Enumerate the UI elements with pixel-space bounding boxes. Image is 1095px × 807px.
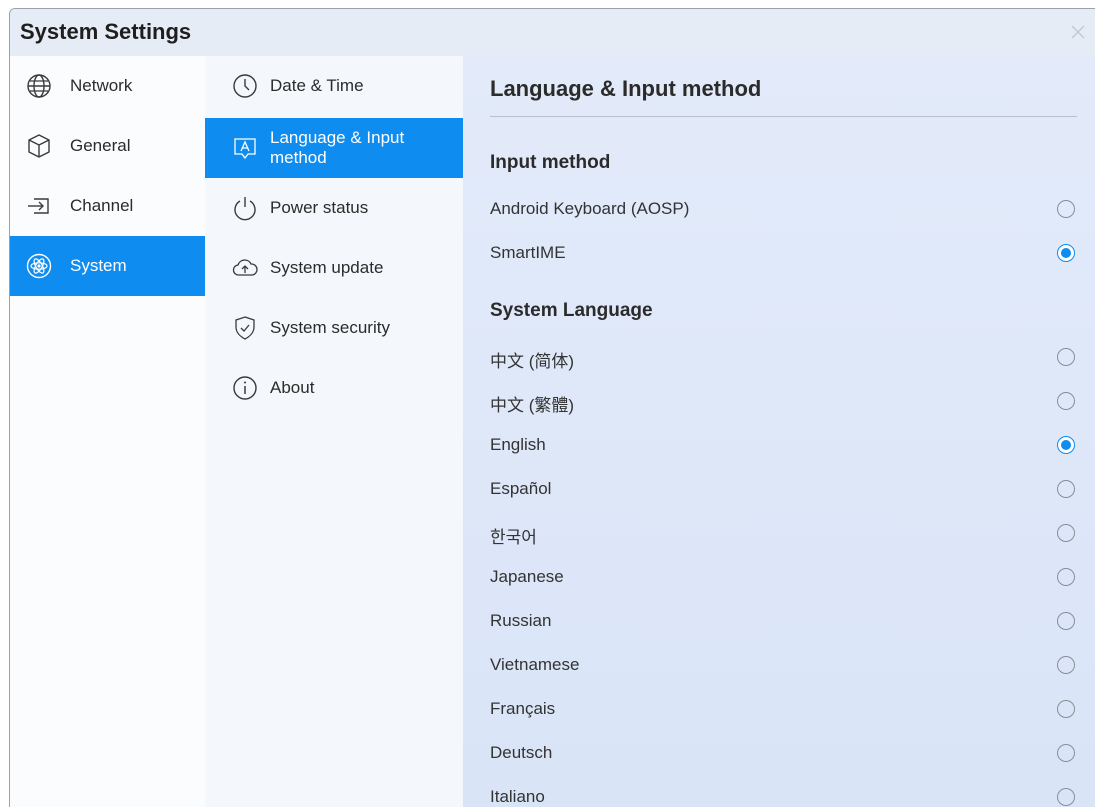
option-row[interactable]: SmartIME xyxy=(463,231,1095,275)
option-label: Italiano xyxy=(490,787,545,806)
page-title: Language & Input method xyxy=(490,76,762,101)
radio-button[interactable] xyxy=(1057,392,1075,410)
option-label: 中文 (繁體) xyxy=(490,396,575,415)
option-label: SmartIME xyxy=(490,243,566,262)
option-row[interactable]: Russian xyxy=(463,599,1095,643)
subnav-power-status[interactable]: Power status xyxy=(205,178,463,238)
option-label: English xyxy=(490,435,546,454)
category-channel[interactable]: Channel xyxy=(10,176,205,236)
category-label: General xyxy=(70,136,131,155)
radio-button[interactable] xyxy=(1057,348,1075,366)
subnav-about[interactable]: About xyxy=(205,358,463,418)
radio-button[interactable] xyxy=(1057,568,1075,586)
option-label: Vietnamese xyxy=(490,655,580,674)
subnav-label: Power status xyxy=(270,198,369,217)
option-label: 한국어 xyxy=(490,528,537,547)
radio-button[interactable] xyxy=(1057,524,1075,542)
input-arrow-icon xyxy=(28,198,49,214)
subnav-system-update[interactable]: System update xyxy=(205,238,463,298)
category-system[interactable]: System xyxy=(10,236,205,296)
cloud-upload-icon xyxy=(232,259,258,276)
subnav-label: System update xyxy=(270,258,384,277)
radio-button[interactable] xyxy=(1057,612,1075,630)
subnav-language-input[interactable]: Language & Input method xyxy=(205,118,463,178)
category-general[interactable]: General xyxy=(10,116,205,176)
info-icon xyxy=(233,376,257,400)
option-label: Deutsch xyxy=(490,743,553,762)
option-row[interactable]: Français xyxy=(463,687,1095,731)
cube-icon xyxy=(28,134,50,158)
shield-check-icon xyxy=(235,316,255,340)
section-title-input-method: Input method xyxy=(490,152,611,173)
subnav-date-time[interactable]: Date & Time xyxy=(205,56,463,116)
option-label: 中文 (简体) xyxy=(490,352,575,371)
clock-icon xyxy=(233,74,257,98)
radio-button[interactable] xyxy=(1057,480,1075,498)
title-bar: System Settings xyxy=(10,9,1095,56)
subnav-label: System security xyxy=(270,318,390,337)
close-icon[interactable] xyxy=(1067,21,1089,43)
option-row[interactable]: 中文 (繁體) xyxy=(463,379,1095,423)
radio-button-selected[interactable] xyxy=(1057,436,1075,454)
option-row[interactable]: 한국어 xyxy=(463,511,1095,555)
option-row[interactable]: Japanese xyxy=(463,555,1095,599)
subnav-label: About xyxy=(270,378,315,397)
option-row[interactable]: English xyxy=(463,423,1095,467)
radio-button[interactable] xyxy=(1057,700,1075,718)
category-network[interactable]: Network xyxy=(10,56,205,116)
subnav-label: Language & Input method xyxy=(270,128,405,167)
category-label: Channel xyxy=(70,196,134,215)
option-row[interactable]: Vietnamese xyxy=(463,643,1095,687)
category-label: Network xyxy=(70,76,133,95)
radio-button[interactable] xyxy=(1057,656,1075,674)
subnav-sidebar: Date & Time Language & Input method Powe… xyxy=(205,56,463,807)
radio-button[interactable] xyxy=(1057,744,1075,762)
option-label: Français xyxy=(490,699,556,718)
category-label: System xyxy=(70,256,127,275)
divider xyxy=(490,116,1077,117)
radio-button-selected[interactable] xyxy=(1057,244,1075,262)
option-row[interactable]: Español xyxy=(463,467,1095,511)
radio-button[interactable] xyxy=(1057,200,1075,218)
option-row[interactable]: Android Keyboard (AOSP) xyxy=(463,187,1095,231)
settings-window: System Settings Network General Channel … xyxy=(9,8,1095,807)
keyboard-a-icon xyxy=(234,138,256,160)
power-icon xyxy=(234,197,256,221)
option-label: Japanese xyxy=(490,567,564,586)
section-title-system-language: System Language xyxy=(490,300,653,321)
subnav-system-security[interactable]: System security xyxy=(205,298,463,358)
category-sidebar: Network General Channel System xyxy=(10,56,205,807)
option-label: Android Keyboard (AOSP) xyxy=(490,199,690,218)
option-label: Russian xyxy=(490,611,552,630)
option-row[interactable]: Italiano xyxy=(463,775,1095,807)
option-row[interactable]: Deutsch xyxy=(463,731,1095,775)
window-title: System Settings xyxy=(20,19,192,44)
option-label: Español xyxy=(490,479,552,498)
option-row[interactable]: 中文 (简体) xyxy=(463,335,1095,379)
content-panel: Language & Input method Input method And… xyxy=(463,56,1095,807)
globe-icon xyxy=(27,74,51,98)
radio-button[interactable] xyxy=(1057,788,1075,806)
subnav-label: Date & Time xyxy=(270,76,364,95)
atom-icon xyxy=(26,253,52,279)
